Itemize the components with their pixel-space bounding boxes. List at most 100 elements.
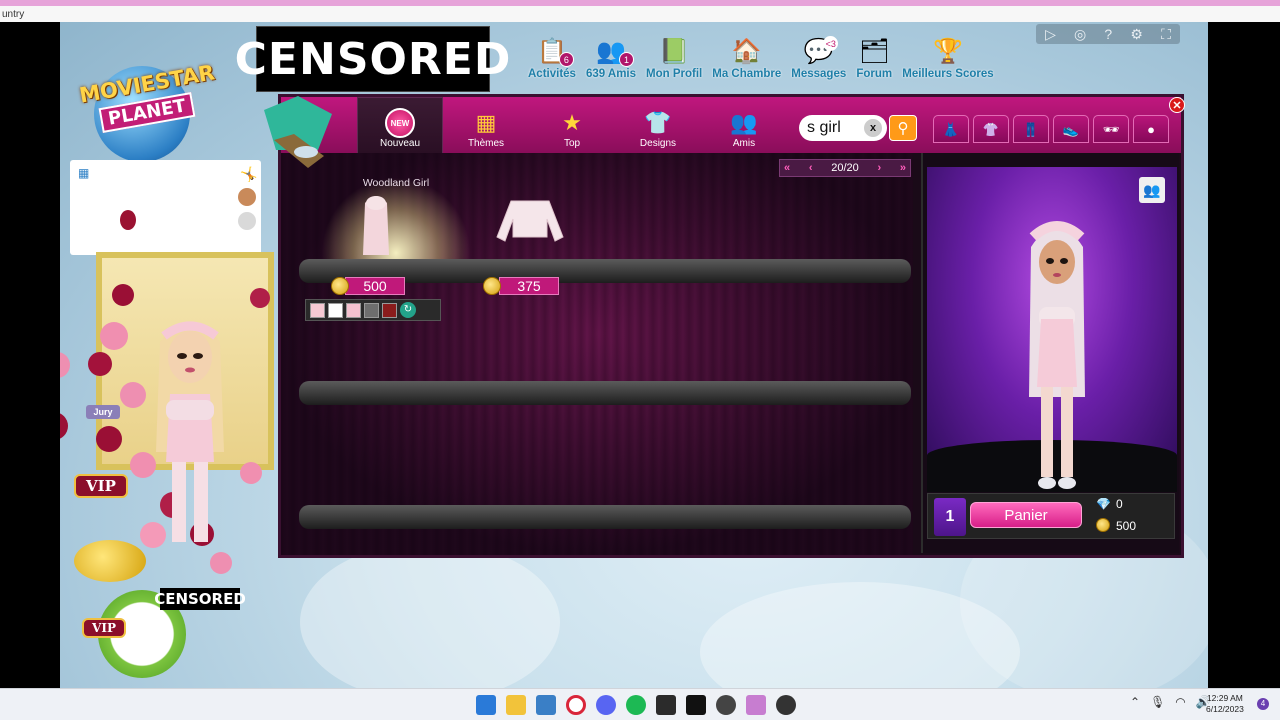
nav-forum[interactable]: 🗂 Forum <box>856 34 892 98</box>
rose-decoration <box>88 352 112 376</box>
shoes-icon[interactable]: 👟 <box>1053 115 1089 143</box>
nav-meilleurs-scores[interactable]: 🏆 Meilleurs Scores <box>902 34 993 98</box>
tab-top[interactable]: ★ Top <box>529 97 615 153</box>
pants-icon[interactable]: 👖 <box>1013 115 1049 143</box>
clock[interactable]: 12:29 AM 6/12/2023 <box>1206 693 1244 715</box>
file-explorer-icon[interactable] <box>506 695 526 715</box>
microphone-icon[interactable]: 🎙 <box>1150 695 1165 709</box>
reset-color-button[interactable]: ↻ <box>400 302 416 318</box>
tab-label: Top <box>563 138 581 149</box>
chevron-up-icon[interactable]: ⌃ <box>1130 695 1140 709</box>
tab-label: Designs <box>639 138 677 149</box>
nav-label: Forum <box>856 68 893 80</box>
windows-start-icon[interactable] <box>476 695 496 715</box>
msp-app-icon[interactable] <box>746 695 766 715</box>
preview-avatar <box>1029 221 1085 489</box>
nav-activites[interactable]: 📋 6 Activités <box>528 34 576 98</box>
browser-url-text: untry <box>2 9 25 20</box>
hanger-clothes-icon <box>264 96 332 168</box>
gear-icon[interactable]: ⚙ <box>1130 26 1143 43</box>
color-swatch[interactable] <box>328 302 343 318</box>
player-avatar[interactable] <box>140 302 240 552</box>
system-toolbar: ▷ ◎ ? ⚙ ⛶ <box>1036 24 1180 44</box>
settings-icon[interactable] <box>716 695 736 715</box>
mail-icon[interactable] <box>536 695 556 715</box>
nav-label: Mon Profil <box>646 68 703 80</box>
wifi-icon[interactable]: ◠ <box>1175 695 1185 709</box>
cart-bag-icon[interactable]: 1 <box>934 498 966 536</box>
moviestarplanet-logo[interactable]: MOVIESTAR PLANET <box>62 42 222 162</box>
catalog-item-hair[interactable] <box>361 193 391 259</box>
piggy-bank-icon[interactable] <box>74 540 146 582</box>
notification-badge[interactable]: 4 <box>1257 698 1269 710</box>
system-tray: ⌃ 🎙 ◠ 🔊 <box>1130 695 1211 709</box>
activities-badge: 6 <box>558 52 574 67</box>
color-swatch[interactable] <box>346 302 361 318</box>
new-icon: NEW <box>385 108 415 138</box>
censored-username-banner: CENSORED <box>235 26 510 92</box>
first-page-button[interactable]: « <box>784 162 790 174</box>
panier-button[interactable]: Panier <box>970 502 1082 528</box>
preview-stage: 👥 <box>927 167 1177 492</box>
nav-ma-chambre[interactable]: 🏠 Ma Chambre <box>712 34 781 98</box>
color-swatches: ↻ <box>305 299 441 321</box>
help-icon[interactable]: ? <box>1104 26 1112 42</box>
qr-icon[interactable]: ▦ <box>78 166 89 180</box>
tab-nouveau[interactable]: NEW Nouveau <box>357 97 443 153</box>
avatar-preview-panel: 👥 1 Panier 💎 0 500 <box>921 153 1179 553</box>
record-icon[interactable]: ◎ <box>1074 26 1086 43</box>
shop-tab-bar: NEW Nouveau ▦ Thèmes ★ Top 👕 Designs 👥 A… <box>281 97 1185 153</box>
game-app-icon[interactable] <box>776 695 796 715</box>
dress-icon[interactable]: 👗 <box>933 115 969 143</box>
friends-icon[interactable]: 👥 <box>1139 177 1165 203</box>
tab-amis[interactable]: 👥 Amis <box>701 97 787 153</box>
rose-decoration <box>250 288 270 308</box>
vip-pet-badge: VIP <box>82 618 126 638</box>
nav-messages[interactable]: 💬 <3 Messages <box>791 34 846 98</box>
hair-icon[interactable]: ● <box>1133 115 1169 143</box>
taskbar-apps <box>476 695 796 715</box>
nav-mon-profil[interactable]: 📗 Mon Profil <box>646 34 702 98</box>
next-page-button[interactable]: › <box>877 162 881 174</box>
tshirt-icon: 👕 <box>644 110 672 135</box>
close-shop-button[interactable]: ✕ <box>1169 97 1185 113</box>
rose-decoration <box>210 552 232 574</box>
movie-icon[interactable]: ▷ <box>1045 26 1056 43</box>
color-swatch[interactable] <box>382 302 397 318</box>
nav-label: Activités <box>528 68 576 80</box>
vip-badge[interactable]: VIP <box>74 474 128 498</box>
clear-search-button[interactable]: x <box>864 119 882 137</box>
terminal-icon[interactable] <box>656 695 676 715</box>
coin-icon <box>331 277 349 295</box>
jury-badge[interactable]: Jury <box>86 405 120 419</box>
opera-icon[interactable] <box>566 695 586 715</box>
pager: « ‹ 20/20 › » <box>779 159 911 177</box>
last-page-button[interactable]: » <box>900 162 906 174</box>
forum-icon: 🗂 <box>859 37 890 65</box>
color-swatch[interactable] <box>310 302 325 318</box>
nav-amis[interactable]: 👥 1 639 Amis <box>586 34 636 98</box>
fullscreen-icon[interactable]: ⛶ <box>1161 26 1171 43</box>
search-button[interactable]: ⚲ <box>889 115 917 141</box>
tab-label: Thèmes <box>467 138 505 149</box>
tab-designs[interactable]: 👕 Designs <box>615 97 701 153</box>
accessory-icon[interactable]: 🕶 <box>1093 115 1129 143</box>
discord-icon[interactable] <box>596 695 616 715</box>
catalog-item-top[interactable] <box>495 197 565 253</box>
tab-themes[interactable]: ▦ Thèmes <box>443 97 529 153</box>
rose-decoration <box>120 210 136 230</box>
pet-icon[interactable] <box>238 212 256 230</box>
color-swatch[interactable] <box>364 302 379 318</box>
nav-label: Messages <box>791 68 847 80</box>
shopping-cart: 1 Panier 💎 0 500 <box>927 493 1175 539</box>
prev-page-button[interactable]: ‹ <box>809 162 813 174</box>
clock-date: 6/12/2023 <box>1206 704 1244 714</box>
rose-decoration <box>60 352 70 378</box>
boonie-icon[interactable] <box>238 188 256 206</box>
search-input[interactable]: s girl x <box>799 115 887 141</box>
mask-app-icon[interactable] <box>686 695 706 715</box>
top-icon[interactable]: 👚 <box>973 115 1009 143</box>
spotify-icon[interactable] <box>626 695 646 715</box>
friends-icon: 👥 <box>730 110 758 135</box>
diamond-balance: 0 <box>1116 497 1123 511</box>
